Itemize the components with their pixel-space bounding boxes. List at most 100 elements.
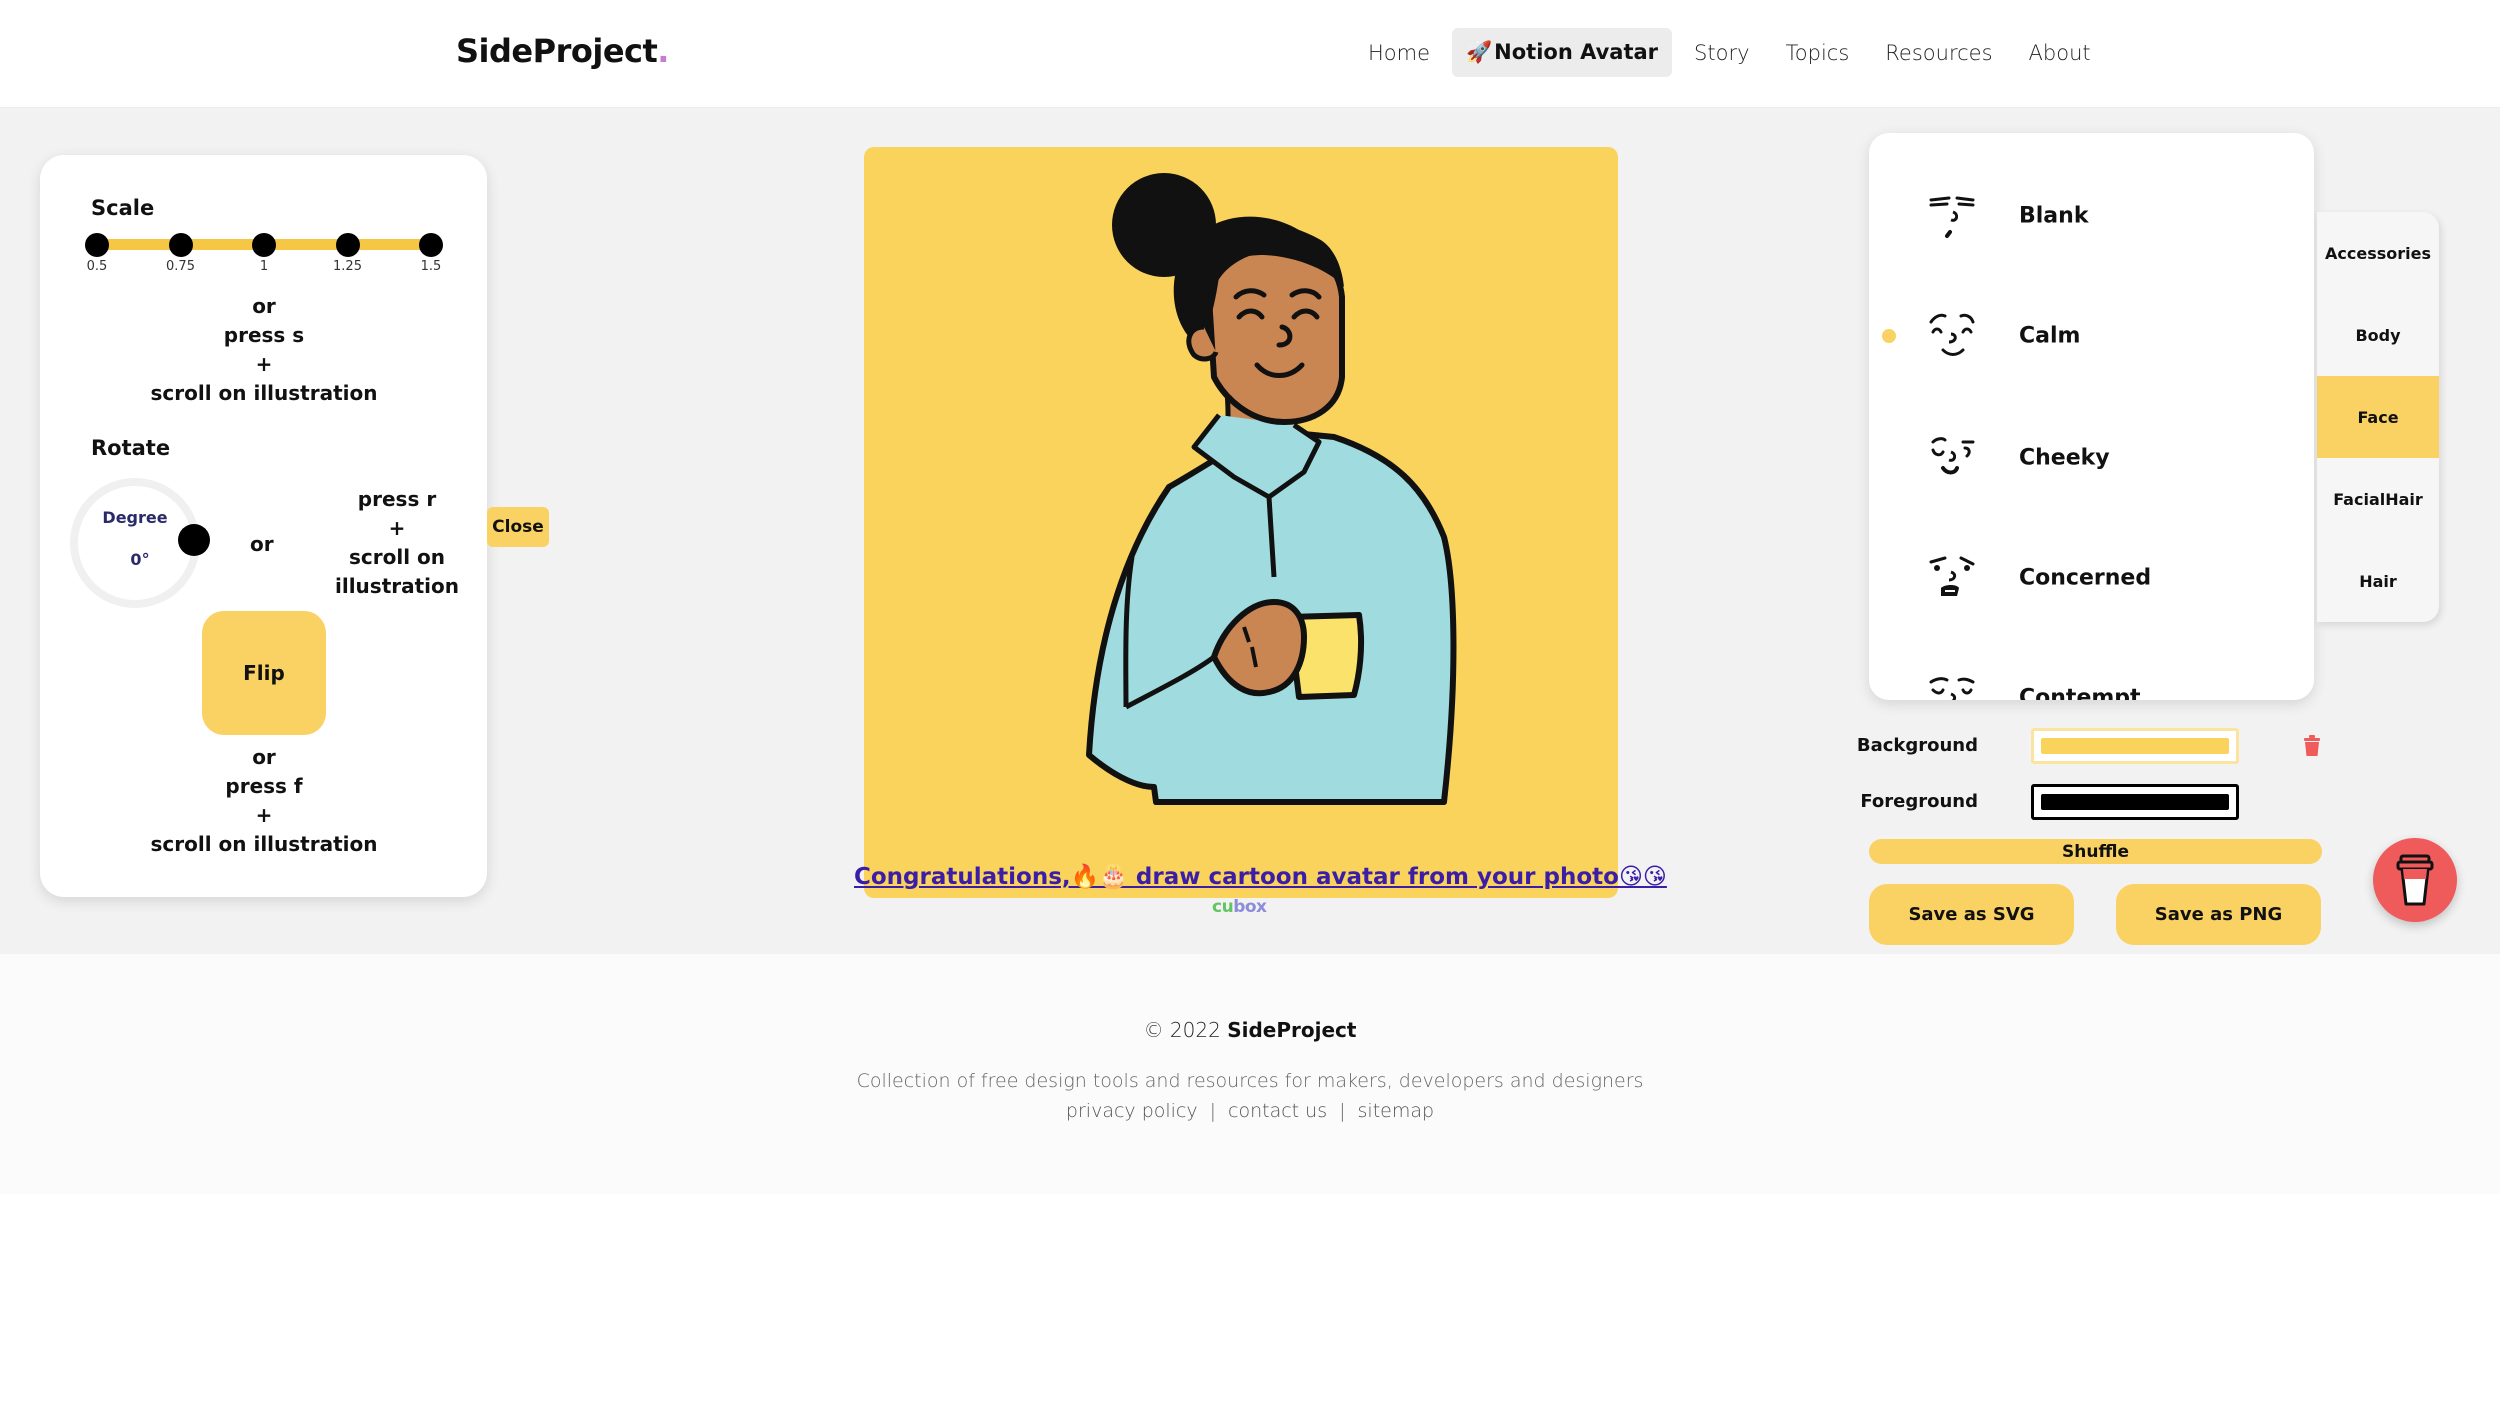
scale-tick-label: 1 bbox=[259, 259, 269, 274]
buy-me-coffee-button[interactable] bbox=[2373, 838, 2457, 922]
close-button[interactable]: Close bbox=[487, 507, 549, 547]
tab-facialhair[interactable]: FacialHair bbox=[2317, 458, 2439, 540]
avatar-face bbox=[1205, 243, 1345, 426]
hint-line: or bbox=[252, 294, 276, 318]
nav-topics[interactable]: Topics bbox=[1772, 29, 1864, 77]
avatar-illustration bbox=[1086, 173, 1457, 805]
face-cheeky-icon bbox=[1931, 437, 1975, 475]
brand-part: cu bbox=[1212, 897, 1234, 917]
face-options-panel[interactable]: Blank Calm Cheeky Concerned Contempt bbox=[1869, 133, 2314, 700]
shuffle-button[interactable]: Shuffle bbox=[1869, 839, 2322, 864]
scale-title: Scale bbox=[91, 196, 155, 220]
scale-tick-label: 1.5 bbox=[420, 259, 442, 274]
footer-links: privacy policy | contact us | sitemap bbox=[0, 1100, 2500, 1122]
face-option-calm[interactable]: Calm bbox=[1869, 276, 2314, 396]
hint-line: scroll on illustration bbox=[150, 832, 378, 856]
hint-line: scroll on illustration bbox=[150, 381, 378, 405]
face-concerned-icon bbox=[1929, 556, 1975, 596]
separator: | bbox=[1209, 1100, 1217, 1122]
scale-tick-label: 0.5 bbox=[86, 259, 108, 274]
promo-brand-logo: cubox bbox=[1212, 897, 1267, 917]
rotate-handle[interactable] bbox=[178, 524, 210, 556]
hint-line: press r bbox=[357, 487, 437, 511]
scale-stop[interactable] bbox=[335, 233, 360, 257]
nav-story[interactable]: Story bbox=[1680, 29, 1763, 77]
nav-resources[interactable]: Resources bbox=[1871, 29, 2006, 77]
contact-us-link[interactable]: contact us bbox=[1228, 1100, 1327, 1122]
foreground-color-picker[interactable] bbox=[2031, 784, 2239, 820]
rotate-hint: press r + scroll on illustration bbox=[322, 485, 472, 601]
logo-dot: . bbox=[657, 32, 669, 70]
selected-indicator bbox=[1882, 329, 1896, 343]
tab-hair[interactable]: Hair bbox=[2317, 540, 2439, 622]
logo-text: SideProject bbox=[456, 32, 658, 70]
foreground-color-fill bbox=[2041, 794, 2229, 810]
scale-stop[interactable] bbox=[168, 233, 193, 257]
face-option-label: Concerned bbox=[2019, 565, 2152, 591]
footer-tagline: Collection of free design tools and reso… bbox=[856, 1070, 1644, 1092]
rocket-icon: 🚀 bbox=[1466, 40, 1493, 64]
privacy-policy-link[interactable]: privacy policy bbox=[1066, 1100, 1198, 1122]
save-png-button[interactable]: Save as PNG bbox=[2116, 884, 2321, 945]
face-calm-icon bbox=[1929, 313, 1975, 356]
hint-line: + bbox=[255, 352, 273, 376]
face-option-label: Contempt bbox=[2019, 685, 2141, 701]
site-footer: © 2022 SideProject Collection of free de… bbox=[0, 954, 2500, 1194]
background-color-label: Background bbox=[1856, 735, 1978, 756]
copyright-brand: SideProject bbox=[1227, 1018, 1357, 1042]
hint-line: or bbox=[252, 745, 276, 769]
face-option-label: Cheeky bbox=[2019, 445, 2110, 471]
site-header: SideProject. Home 🚀Notion Avatar Story T… bbox=[0, 0, 2500, 108]
category-tabs: Accessories Body Face FacialHair Hair bbox=[2317, 212, 2439, 622]
hint-line: scroll on bbox=[348, 545, 445, 569]
face-option-blank[interactable]: Blank bbox=[1869, 156, 2314, 276]
rotate-dial-label: Degree bbox=[102, 508, 168, 527]
coffee-cup-icon bbox=[2396, 854, 2434, 906]
scale-stop[interactable] bbox=[419, 233, 443, 257]
copyright: © 2022 SideProject bbox=[0, 1018, 2500, 1042]
scale-stop[interactable] bbox=[85, 233, 109, 257]
scale-tick-label: 0.75 bbox=[166, 259, 195, 274]
promo-link[interactable]: Congratulations,🔥🎂 draw cartoon avatar f… bbox=[854, 863, 1667, 890]
tab-body[interactable]: Body bbox=[2317, 294, 2439, 376]
nav-home[interactable]: Home bbox=[1354, 29, 1444, 77]
flip-hint: or press f + scroll on illustration bbox=[114, 743, 414, 859]
hint-line: press s bbox=[223, 323, 305, 347]
hint-line: illustration bbox=[334, 574, 460, 598]
site-logo[interactable]: SideProject. bbox=[456, 32, 669, 70]
nav-notion-avatar[interactable]: 🚀Notion Avatar bbox=[1452, 28, 1673, 77]
hint-line: + bbox=[388, 516, 406, 540]
face-contempt-icon bbox=[1929, 677, 1975, 700]
nav-about[interactable]: About bbox=[2015, 29, 2105, 77]
tab-accessories[interactable]: Accessories bbox=[2317, 212, 2439, 294]
sitemap-link[interactable]: sitemap bbox=[1358, 1100, 1435, 1122]
scale-tick-label: 1.25 bbox=[333, 259, 362, 274]
brand-part: box bbox=[1233, 897, 1267, 917]
scale-hint: or press s + scroll on illustration bbox=[114, 292, 414, 408]
copyright-prefix: © 2022 bbox=[1143, 1018, 1228, 1042]
face-option-cheeky[interactable]: Cheeky bbox=[1869, 398, 2314, 518]
foreground-color-label: Foreground bbox=[1860, 791, 1978, 812]
separator: | bbox=[1339, 1100, 1346, 1122]
scale-stop[interactable] bbox=[252, 233, 276, 257]
trash-icon[interactable] bbox=[2303, 735, 2321, 757]
face-option-contempt[interactable]: Contempt bbox=[1869, 638, 2314, 700]
main-nav: Home 🚀Notion Avatar Story Topics Resourc… bbox=[1354, 28, 2105, 77]
avatar-canvas[interactable] bbox=[864, 147, 1618, 898]
background-color-fill bbox=[2041, 738, 2229, 754]
nav-notion-avatar-label: Notion Avatar bbox=[1494, 40, 1659, 64]
face-option-label: Blank bbox=[2019, 203, 2089, 229]
face-option-label: Calm bbox=[2019, 323, 2081, 349]
save-svg-button[interactable]: Save as SVG bbox=[1869, 884, 2074, 945]
face-blank-icon bbox=[1929, 196, 1975, 238]
tab-face[interactable]: Face bbox=[2317, 376, 2439, 458]
background-color-picker[interactable] bbox=[2031, 728, 2239, 764]
flip-button[interactable]: Flip bbox=[202, 611, 326, 735]
avatar-bun bbox=[1112, 173, 1216, 277]
rotate-degree-value: 0° bbox=[130, 550, 150, 569]
face-option-concerned[interactable]: Concerned bbox=[1869, 518, 2314, 638]
rotate-or: or bbox=[250, 532, 274, 556]
rotate-title: Rotate bbox=[91, 436, 171, 460]
hint-line: press f bbox=[225, 774, 303, 798]
hint-line: + bbox=[255, 803, 273, 827]
